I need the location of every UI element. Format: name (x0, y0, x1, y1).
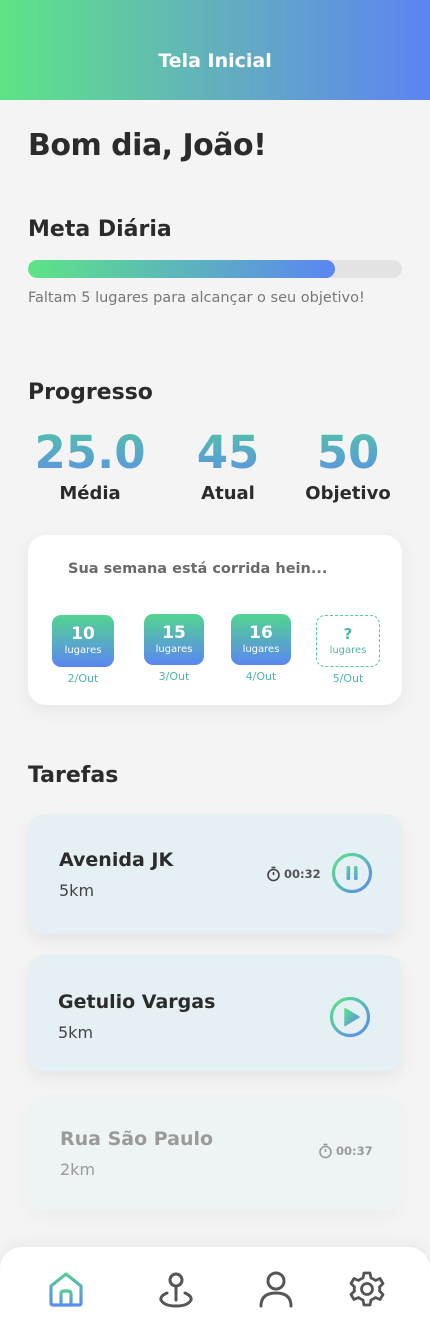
day-card[interactable]: 15 lugares 3/Out (144, 614, 204, 683)
task-distance: 5km (59, 881, 95, 900)
task-card[interactable]: Getulio Vargas 5km (28, 955, 402, 1071)
stopwatch-icon (319, 1143, 332, 1159)
day-date: 3/Out (158, 670, 190, 683)
day-count: 16 (249, 622, 273, 643)
stopwatch-icon (267, 866, 280, 882)
progress-title: Progresso (28, 380, 153, 405)
day-date: 4/Out (245, 670, 277, 683)
stat-average: 25.0 Média (30, 425, 150, 504)
day-count-box: 16 lugares (231, 614, 291, 665)
pause-icon[interactable] (331, 852, 373, 894)
day-count: 10 (71, 624, 95, 644)
tab-settings[interactable] (345, 1267, 389, 1311)
day-card[interactable]: ? lugares 5/Out (316, 615, 380, 685)
week-message: Sua semana está corrida hein... (68, 561, 328, 577)
tab-home[interactable] (44, 1267, 88, 1311)
progress-stats: 25.0 Média 45 Atual 50 Objetivo (0, 425, 430, 515)
day-date: 5/Out (332, 672, 364, 685)
map-pin-icon (159, 1272, 193, 1308)
daily-goal-progress-fill (28, 260, 335, 278)
day-count-box: 10 lugares (52, 615, 114, 667)
stat-goal-label: Objetivo (305, 483, 391, 504)
app-header: Tela Inicial (0, 0, 430, 100)
bottom-tab-bar (0, 1247, 430, 1335)
page-title: Tela Inicial (158, 50, 272, 72)
greeting-text: Bom dia, João! (28, 128, 267, 163)
daily-goal-message: Faltam 5 lugares para alcançar o seu obj… (28, 290, 365, 306)
stat-current-value: 45 (178, 425, 278, 481)
gear-icon (349, 1271, 385, 1307)
day-count: 15 (162, 622, 186, 643)
task-timer: 00:32 (266, 866, 321, 882)
task-name: Getulio Vargas (58, 991, 216, 1013)
day-unit: lugares (64, 645, 102, 656)
day-card[interactable]: 16 lugares 4/Out (231, 614, 291, 683)
stat-goal: 50 Objetivo (298, 425, 398, 504)
task-name: Rua São Paulo (60, 1128, 214, 1150)
user-icon (259, 1271, 293, 1308)
task-card[interactable]: Rua São Paulo 2km 00:37 (28, 1095, 402, 1211)
stat-average-value: 25.0 (30, 425, 150, 481)
day-date: 2/Out (67, 672, 99, 685)
day-unit: lugares (155, 643, 193, 655)
stat-goal-value: 50 (298, 425, 398, 481)
day-count-box-empty: ? lugares (316, 615, 380, 667)
play-icon[interactable] (329, 996, 371, 1038)
stat-current: 45 Atual (178, 425, 278, 504)
task-time: 00:32 (284, 867, 321, 881)
stat-current-label: Atual (201, 483, 255, 504)
task-name: Avenida JK (59, 849, 174, 871)
day-unit: lugares (242, 643, 280, 655)
task-distance: 2km (60, 1160, 96, 1179)
home-icon (49, 1272, 83, 1307)
tasks-title: Tarefas (28, 763, 119, 788)
task-card[interactable]: Avenida JK 5km 00:32 (28, 814, 402, 934)
daily-goal-title: Meta Diária (28, 217, 172, 242)
day-count-box: 15 lugares (144, 614, 204, 665)
task-time: 00:37 (336, 1144, 373, 1158)
daily-goal-progress-bar (28, 260, 402, 278)
tab-map[interactable] (154, 1267, 198, 1311)
task-timer: 00:37 (318, 1143, 373, 1159)
day-unit: lugares (329, 645, 367, 656)
week-summary-card: Sua semana está corrida hein... 10 lugar… (28, 535, 402, 705)
day-count: ? (343, 625, 353, 643)
stat-average-label: Média (59, 483, 121, 504)
task-distance: 5km (58, 1023, 94, 1042)
day-card[interactable]: 10 lugares 2/Out (52, 615, 114, 685)
tab-profile[interactable] (254, 1267, 298, 1311)
